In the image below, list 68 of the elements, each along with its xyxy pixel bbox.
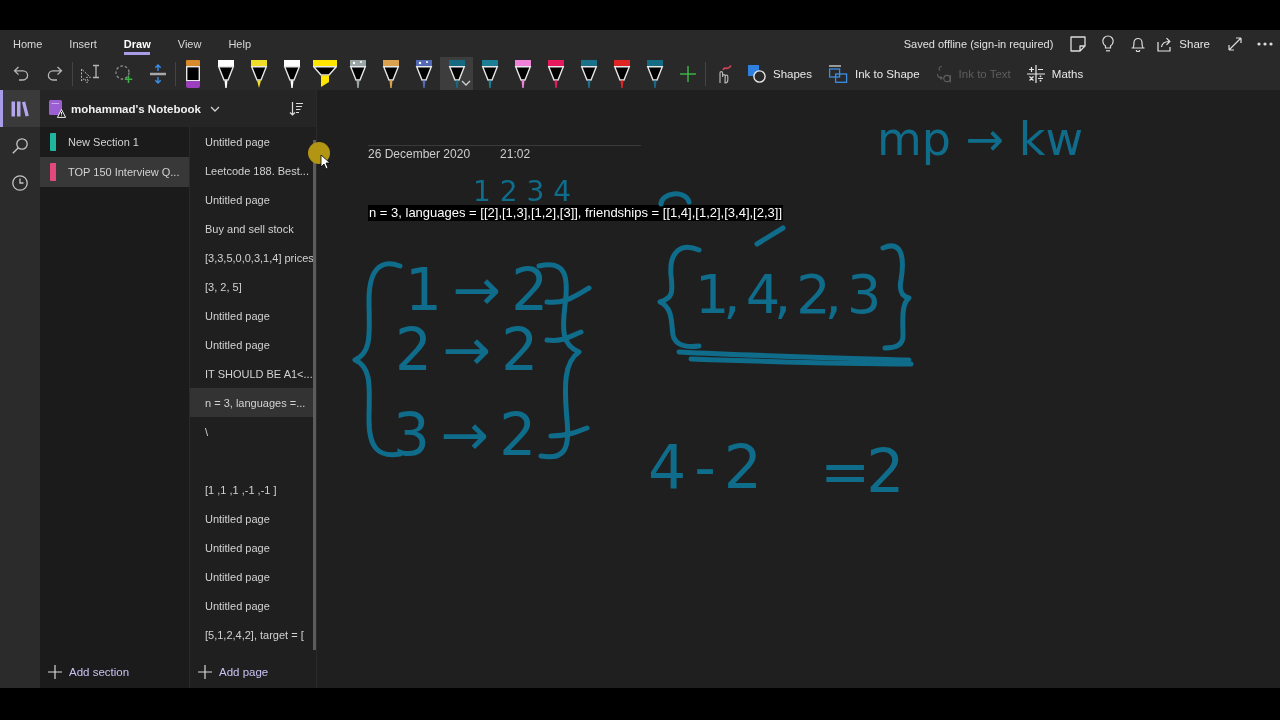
note-icon bbox=[1070, 35, 1087, 52]
page-item[interactable]: Untitled page bbox=[190, 562, 316, 591]
page-item[interactable]: Untitled page bbox=[190, 591, 316, 620]
scrollbar[interactable] bbox=[313, 140, 316, 650]
slash-stroke bbox=[754, 225, 786, 247]
section-item[interactable]: New Section 1 bbox=[40, 127, 189, 157]
page-item[interactable]: Untitled page bbox=[190, 301, 316, 330]
handwritten-text: 2 → 2 bbox=[395, 321, 535, 379]
handwritten-text: =2 bbox=[820, 441, 901, 501]
sync-status: Saved offline (sign-in required) bbox=[903, 37, 1054, 50]
expand-icon bbox=[1228, 36, 1242, 51]
page-item[interactable]: n = 3, languages =... bbox=[190, 388, 316, 417]
notebooks-button[interactable] bbox=[0, 90, 40, 127]
ribbon-tab[interactable]: Home bbox=[5, 30, 51, 57]
bell-icon bbox=[1131, 35, 1146, 52]
ink-to-shape-icon bbox=[828, 64, 848, 83]
curve-stroke bbox=[658, 191, 692, 207]
page-item[interactable]: Untitled page bbox=[190, 504, 316, 533]
plus-icon bbox=[198, 664, 212, 679]
lasso-icon bbox=[115, 64, 133, 83]
page-item[interactable]: Buy and sell stock bbox=[190, 214, 316, 243]
pointer-icon bbox=[80, 64, 100, 83]
handwritten-text: 1 → 2 bbox=[405, 261, 545, 319]
notebooks-icon bbox=[11, 100, 29, 117]
page-item[interactable]: Untitled page bbox=[190, 533, 316, 562]
page-item[interactable]: [3,3,5,0,0,3,1,4] prices bbox=[190, 243, 316, 272]
ink-to-text-icon bbox=[935, 64, 952, 83]
page-item[interactable]: [5,1,2,4,2], target = [ bbox=[190, 620, 316, 649]
notebook-icon bbox=[48, 99, 66, 118]
pen-button[interactable] bbox=[440, 57, 473, 90]
ink-to-shape-button[interactable]: Ink to Shape bbox=[820, 57, 928, 90]
page-date: 26 December 2020 bbox=[368, 147, 471, 161]
page-item[interactable]: Untitled page bbox=[190, 330, 316, 359]
page-item[interactable]: IT SHOULD BE A1<... bbox=[190, 359, 316, 388]
undo-icon bbox=[13, 66, 29, 81]
ribbon-tab[interactable]: Insert bbox=[61, 30, 105, 57]
redo-icon bbox=[47, 66, 63, 81]
add-page-button[interactable]: Add page bbox=[198, 658, 275, 685]
handwritten-text: 3 → 2 bbox=[393, 406, 533, 464]
handwritten-text: 1 2 3 4 bbox=[473, 178, 571, 206]
shapes-button[interactable]: Shapes bbox=[740, 57, 820, 90]
search-icon bbox=[12, 137, 28, 154]
insert-space-icon bbox=[150, 63, 166, 84]
maths-button[interactable]: Maths bbox=[1018, 57, 1092, 90]
sort-icon bbox=[289, 101, 303, 116]
share-button[interactable]: Share bbox=[1153, 30, 1214, 57]
add-section-button[interactable]: Add section bbox=[48, 658, 136, 685]
lightbulb-icon bbox=[1102, 35, 1115, 52]
page-item[interactable]: \ bbox=[190, 417, 316, 446]
shapes-icon bbox=[748, 64, 766, 83]
page-time: 21:02 bbox=[500, 147, 531, 161]
chevron-icon bbox=[209, 105, 220, 112]
section-item[interactable]: TOP 150 Interview Q... bbox=[40, 157, 189, 187]
share-icon bbox=[1157, 35, 1174, 52]
more-icon bbox=[1257, 41, 1273, 46]
handwritten-text: 1, 4, 2, 3 bbox=[695, 268, 876, 322]
handwritten-text: 4-2 bbox=[648, 437, 770, 497]
page-item[interactable]: [3, 2, 5] bbox=[190, 272, 316, 301]
clock-icon bbox=[12, 174, 28, 191]
ribbon-tab[interactable]: Help bbox=[220, 30, 260, 57]
plus-icon bbox=[680, 65, 696, 82]
chevron-icon bbox=[461, 80, 471, 86]
maths-icon bbox=[1026, 64, 1045, 83]
ribbon-tab[interactable]: View bbox=[169, 30, 210, 57]
plus-icon bbox=[48, 664, 62, 679]
page-item[interactable]: [1 ,1 ,1 ,-1 ,-1 ] bbox=[190, 475, 316, 504]
page-item[interactable]: Untitled page bbox=[190, 185, 316, 214]
note-text: n = 3, languages = [[2],[1,3],[1,2],[3]], friendships = [[1,4],[1,2],[3,4],[2,3]] bbox=[368, 205, 784, 221]
